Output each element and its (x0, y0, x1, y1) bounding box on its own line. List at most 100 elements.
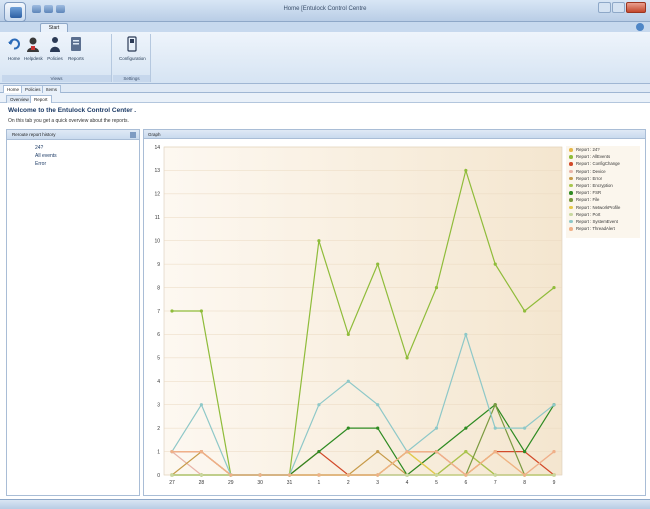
x-tick-label: 4 (406, 480, 409, 486)
data-point (434, 285, 439, 290)
data-point (464, 332, 468, 337)
x-tick-label: 30 (257, 480, 263, 486)
legend-item: Report : 24? (566, 146, 640, 153)
y-tick-label: 2 (157, 426, 160, 432)
data-point (523, 473, 527, 477)
x-tick-label: 27 (169, 480, 175, 486)
x-tick-label: 3 (376, 480, 379, 486)
legend-item: Report : ThreadAlert (566, 225, 640, 232)
legend-item: Report : Encryption (566, 182, 640, 189)
helpdesk-button-label: Helpdesk (24, 56, 43, 61)
data-point (464, 473, 468, 477)
data-point (199, 309, 203, 313)
report-history-header: Reroute report history (7, 130, 139, 140)
x-tick-label: 5 (435, 480, 438, 486)
report-history-title: Reroute report history (12, 132, 56, 137)
data-point (464, 449, 468, 454)
ribbon-tab-start[interactable]: Start (40, 23, 68, 32)
legend-swatch (569, 198, 573, 202)
report-list-item[interactable]: Error (7, 160, 139, 168)
home-button[interactable]: Home (5, 36, 23, 61)
x-tick-label: 31 (287, 480, 293, 486)
legend-item: Report : ConfigChange (566, 160, 640, 167)
application-menu-button[interactable] (4, 2, 26, 22)
data-point (199, 403, 203, 407)
status-bar (0, 499, 650, 509)
home-button-label: Home (7, 56, 20, 61)
x-tick-label: 1 (318, 480, 321, 486)
page-tab-report[interactable]: Report (30, 95, 52, 103)
view-tab-policies[interactable]: Policies (21, 85, 45, 93)
legend-label: Report : NetworkProfile (576, 204, 621, 210)
legend-item: Report : File (566, 196, 640, 203)
legend-swatch (569, 227, 573, 231)
legend-swatch (569, 148, 573, 152)
data-point (493, 426, 497, 430)
data-point (405, 356, 409, 360)
data-point (376, 403, 380, 407)
y-tick-label: 7 (157, 309, 160, 315)
x-tick-label: 29 (228, 480, 234, 486)
user-icon (27, 37, 39, 52)
x-tick-label: 9 (553, 480, 556, 486)
ribbon-group-label: Settings (113, 75, 150, 82)
close-button[interactable] (626, 2, 646, 13)
view-tab-items[interactable]: Items (42, 85, 62, 93)
data-point (317, 239, 321, 243)
report-list-item[interactable]: All events (7, 152, 139, 160)
x-tick-label: 2 (347, 480, 350, 486)
reports-button[interactable]: Reports (67, 36, 85, 61)
data-point (170, 449, 174, 454)
chart-legend: Report : 24? Report : AllEvents Report : C… (566, 146, 640, 238)
y-tick-label: 11 (155, 215, 160, 221)
view-tab-home[interactable]: Home (3, 85, 24, 93)
data-point (376, 449, 380, 454)
y-tick-label: 14 (154, 145, 160, 151)
data-point (346, 332, 350, 337)
configuration-button[interactable]: Configuration (119, 36, 146, 61)
data-point (287, 473, 292, 477)
page-tab-overview[interactable]: Overview (6, 95, 33, 103)
window-controls (597, 2, 646, 14)
data-point (434, 426, 439, 430)
helpdesk-button[interactable]: Helpdesk (24, 36, 43, 61)
report-list-item[interactable]: 24? (7, 144, 139, 152)
legend-swatch (569, 155, 573, 159)
data-point (493, 262, 497, 266)
data-point (229, 473, 233, 477)
title-bar: Home [Entulock Control Centre (0, 0, 650, 22)
refresh-icon (8, 38, 20, 50)
help-icon[interactable] (636, 23, 644, 31)
page-tab-strip: Overview Report (0, 93, 650, 103)
x-tick-label: 28 (199, 480, 205, 486)
y-tick-label: 1 (157, 449, 160, 455)
legend-item: Report : Device (566, 168, 640, 175)
window-title: Home [Entulock Control Centre (283, 6, 367, 12)
data-point (405, 449, 409, 454)
data-point (493, 403, 497, 407)
y-tick-label: 10 (154, 239, 160, 245)
data-point (317, 449, 321, 454)
legend-item: Report : FSR (566, 189, 640, 196)
y-tick-label: 6 (157, 332, 160, 338)
legend-swatch (569, 191, 573, 195)
chart-area: 0 1 2 3 4 5 6 7 8 9 10 11 12 13 14 27 28 29 30 31 1 2 3 4 5 6 7 8 9 … (144, 139, 647, 496)
minimize-button[interactable] (598, 2, 611, 13)
data-point (523, 309, 527, 313)
data-point (258, 473, 262, 477)
legend-swatch (569, 169, 573, 174)
y-tick-label: 4 (157, 379, 160, 385)
graph-panel: Graph 0 1 2 3 4 5 6 7 8 9 10 11 12 13 14 27 28 29 30 31 1 2 3 4… (143, 129, 646, 496)
data-point (170, 473, 174, 477)
data-point (346, 379, 350, 383)
maximize-button[interactable] (612, 2, 625, 13)
pin-icon[interactable] (130, 132, 136, 138)
legend-label: Report : AllEvents (576, 154, 611, 160)
data-point (552, 449, 556, 454)
data-point (552, 285, 556, 290)
data-point (199, 473, 203, 477)
legend-swatch (569, 176, 573, 181)
legend-item: Report : Port (566, 211, 640, 218)
policies-button[interactable]: Policies (46, 36, 64, 61)
legend-label: Report : SystemEvent (576, 218, 618, 224)
